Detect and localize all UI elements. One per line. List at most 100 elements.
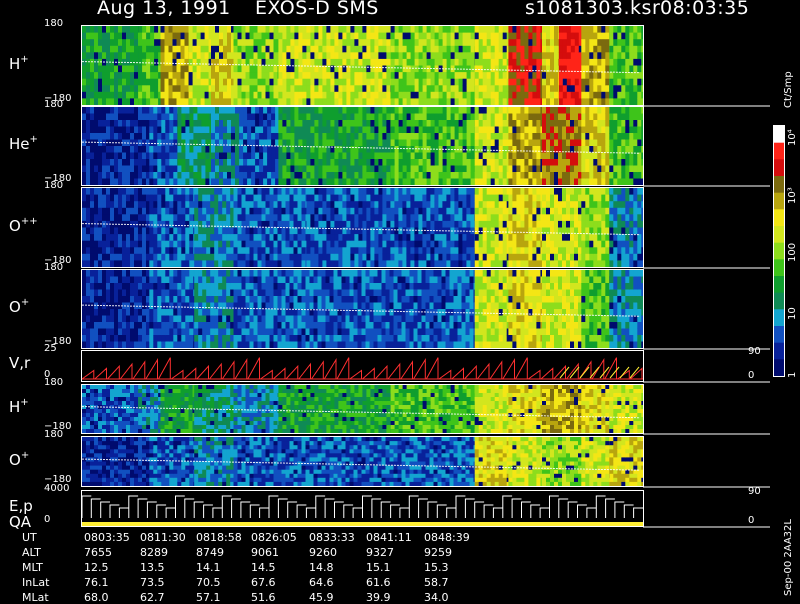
heatmap-cell (520, 114, 524, 121)
heatmap-cell (278, 153, 282, 160)
heatmap-cell (243, 159, 247, 166)
heatmap-cell (536, 46, 540, 53)
heatmap-cell (118, 79, 122, 86)
heatmap-cell (566, 166, 570, 173)
heatmap-cell (286, 107, 290, 114)
heatmap-cell (633, 120, 637, 127)
heatmap-cell (149, 228, 153, 235)
heatmap-cell (259, 146, 263, 153)
heatmap-cell (466, 221, 470, 228)
heatmap-cell (86, 201, 90, 208)
heatmap-cell (118, 195, 122, 202)
heatmap-cell (374, 241, 378, 248)
heatmap-cell (330, 79, 334, 86)
heatmap-cell (334, 72, 338, 79)
heatmap-cell (479, 241, 483, 248)
heatmap-cell (446, 195, 450, 202)
heatmap-cell (575, 79, 579, 86)
heatmap-cell (247, 107, 251, 114)
heatmap-cell (625, 179, 629, 186)
heatmap-cell (443, 52, 447, 59)
heatmap-cell (394, 221, 398, 228)
heatmap-cell (86, 52, 90, 59)
heatmap-cell (374, 228, 378, 235)
heatmap-cell (370, 214, 374, 221)
heatmap-cell (542, 85, 546, 92)
heatmap-cell (467, 140, 471, 147)
heatmap-cell (258, 260, 262, 267)
heatmap-cell (411, 140, 415, 147)
heatmap-cell (298, 214, 302, 221)
heatmap-cell (532, 260, 536, 267)
heatmap-cell (419, 79, 423, 86)
heatmap-cell (419, 159, 423, 166)
heatmap-cell (298, 140, 302, 147)
heatmap-cell (202, 201, 206, 208)
heatmap-cell (306, 140, 310, 147)
heatmap-cell (601, 92, 605, 99)
heatmap-cell (126, 120, 130, 127)
heatmap-cell (394, 241, 398, 248)
heatmap-cell (82, 59, 86, 66)
heatmap-cell (230, 254, 234, 261)
heatmap-cell (524, 188, 528, 195)
heatmap-cell (346, 39, 350, 46)
heatmap-cell (546, 46, 550, 53)
heatmap-cell (250, 39, 254, 46)
heatmap-cell (189, 79, 193, 86)
heatmap-cell (370, 247, 374, 254)
heatmap-cell (358, 79, 362, 86)
heatmap-cell (82, 172, 86, 179)
heatmap-cell (326, 140, 330, 147)
heatmap-cell (419, 153, 423, 160)
heatmap-cell (326, 85, 330, 92)
heatmap-cell (189, 92, 193, 99)
heatmap-cell (403, 153, 407, 160)
heatmap-cell (169, 140, 173, 147)
heatmap-cell (181, 66, 185, 73)
heatmap-cell (475, 79, 479, 86)
heatmap-cell (508, 166, 512, 173)
heatmap-cell (197, 114, 201, 121)
heatmap-cell (528, 228, 532, 235)
heatmap-cell (82, 85, 86, 92)
heatmap-cell (173, 66, 177, 73)
heatmap-cell (516, 153, 520, 160)
heatmap-cell (418, 254, 422, 261)
heatmap-cell (185, 260, 189, 267)
heatmap-cell (126, 214, 130, 221)
heatmap-cell (601, 98, 605, 105)
heatmap-cell (177, 98, 181, 105)
heatmap-cell (149, 114, 153, 121)
heatmap-cell (415, 79, 419, 86)
heatmap-cell (524, 234, 528, 241)
heatmap-cell (314, 172, 318, 179)
heatmap-cell (211, 120, 215, 127)
heatmap-cell (479, 228, 483, 235)
heatmap-cell (193, 159, 197, 166)
heatmap-cell (483, 172, 487, 179)
heatmap-cell (153, 201, 157, 208)
heatmap-cell (189, 107, 193, 114)
heatmap-cell (570, 120, 574, 127)
heatmap-cell (294, 66, 298, 73)
heatmap-cell (211, 33, 215, 40)
heatmap-cell (181, 92, 185, 99)
heatmap-cell (532, 159, 536, 166)
heatmap-cell (398, 221, 402, 228)
heatmap-cell (98, 72, 102, 79)
heatmap-cell (138, 133, 142, 140)
heatmap-cell (354, 98, 358, 105)
heatmap-cell (406, 221, 410, 228)
heatmap-cell (516, 72, 520, 79)
heatmap-cell (528, 208, 532, 215)
heatmap-cell (358, 85, 362, 92)
heatmap-cell (94, 127, 98, 134)
heatmap-cell (455, 85, 459, 92)
heatmap-cell (98, 39, 102, 46)
heatmap-cell (142, 159, 146, 166)
heatmap-cell (423, 140, 427, 147)
heatmap-cell (423, 159, 427, 166)
heatmap-cell (362, 208, 366, 215)
heatmap-cell (358, 208, 362, 215)
